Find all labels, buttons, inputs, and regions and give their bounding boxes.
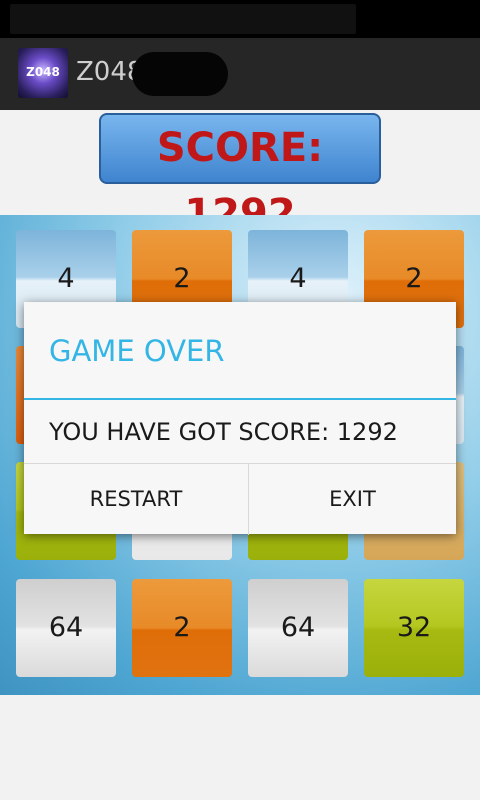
score-display: SCORE: 1292 <box>99 113 381 237</box>
redacted-title <box>132 52 228 96</box>
tile: 64 <box>16 579 116 677</box>
tile: 2 <box>132 579 232 677</box>
tile: 64 <box>248 579 348 677</box>
game-over-dialog: GAME OVER YOU HAVE GOT SCORE: 1292 RESTA… <box>24 302 456 535</box>
dialog-message: YOU HAVE GOT SCORE: 1292 <box>49 418 398 446</box>
status-bar <box>0 0 480 38</box>
app-logo-icon: Z048 <box>18 48 68 98</box>
tile: 32 <box>364 579 464 677</box>
dialog-title: GAME OVER <box>49 334 225 368</box>
app-logo-text: Z048 <box>26 65 60 79</box>
redacted-status-info <box>10 4 356 34</box>
dialog-button-bar: RESTART EXIT <box>24 463 456 535</box>
action-bar: Z048 Z048 <box>0 38 480 110</box>
dialog-divider <box>24 398 456 400</box>
restart-button[interactable]: RESTART <box>24 464 249 535</box>
exit-button[interactable]: EXIT <box>249 464 456 535</box>
